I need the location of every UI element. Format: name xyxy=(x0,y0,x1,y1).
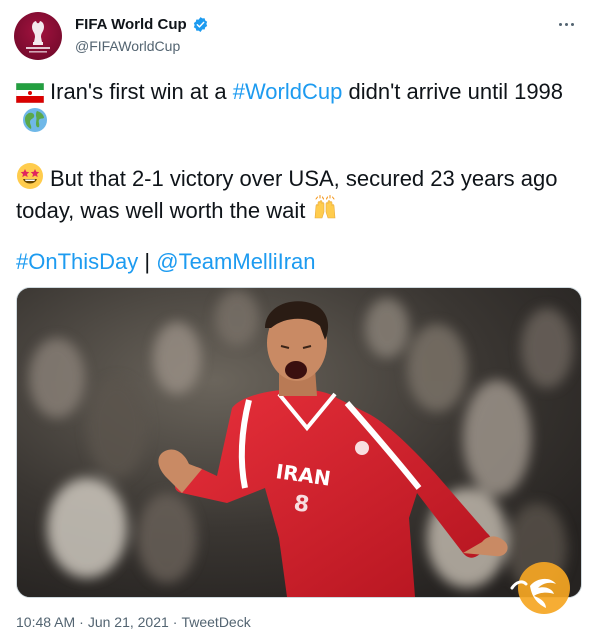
star-struck-emoji xyxy=(17,163,43,189)
tweet-card: FIFA World Cup @FIFAWorldCup Iran's firs… xyxy=(0,0,590,637)
photo-illustration: IRAN 8 xyxy=(17,288,581,597)
meta-separator: · xyxy=(79,614,84,630)
tweet-text-1b: didn't arrive until 1998 xyxy=(342,79,564,104)
display-name[interactable]: FIFA World Cup xyxy=(75,16,187,33)
hashtag-divider: | xyxy=(138,249,157,274)
more-options-icon[interactable] xyxy=(554,12,578,36)
meta-separator-2: · xyxy=(172,614,178,630)
tweet-text-paragraph-1: Iran's first win at a #WorldCup didn't a… xyxy=(16,77,576,137)
mention-teammelliiran[interactable]: @TeamMelliIran xyxy=(156,249,315,274)
name-row: FIFA World Cup xyxy=(75,16,209,33)
raising-hands-emoji xyxy=(315,195,336,219)
verified-badge-icon xyxy=(193,17,207,32)
avatar[interactable] xyxy=(14,12,62,60)
globe-emoji xyxy=(23,108,47,132)
iran-player-celebrating-photo[interactable]: IRAN 8 xyxy=(16,287,582,598)
iran-flag-emoji xyxy=(16,83,44,103)
news-agency-watermark-icon xyxy=(510,562,570,614)
user-handle[interactable]: @FIFAWorldCup xyxy=(75,38,180,54)
tweet-meta: 10:48 AM · Jun 21, 2021 · TweetDeck xyxy=(16,614,251,630)
hashtag-worldcup[interactable]: #WorldCup xyxy=(233,79,343,104)
tweet-time[interactable]: 10:48 AM xyxy=(16,614,75,630)
tweet-source[interactable]: TweetDeck xyxy=(181,614,250,630)
fifa-trophy-icon xyxy=(26,21,50,53)
hashtag-onthisday[interactable]: #OnThisDay xyxy=(16,249,138,274)
tweet-text-paragraph-3: #OnThisDay | @TeamMelliIran xyxy=(16,247,576,277)
tweet-text-paragraph-2: But that 2-1 victory over USA, secured 2… xyxy=(16,162,576,226)
tweet-text-1a: Iran's first win at a xyxy=(50,79,233,104)
tweet-text-2: But that 2-1 victory over USA, secured 2… xyxy=(16,166,558,223)
tweet-date[interactable]: Jun 21, 2021 xyxy=(88,614,169,630)
